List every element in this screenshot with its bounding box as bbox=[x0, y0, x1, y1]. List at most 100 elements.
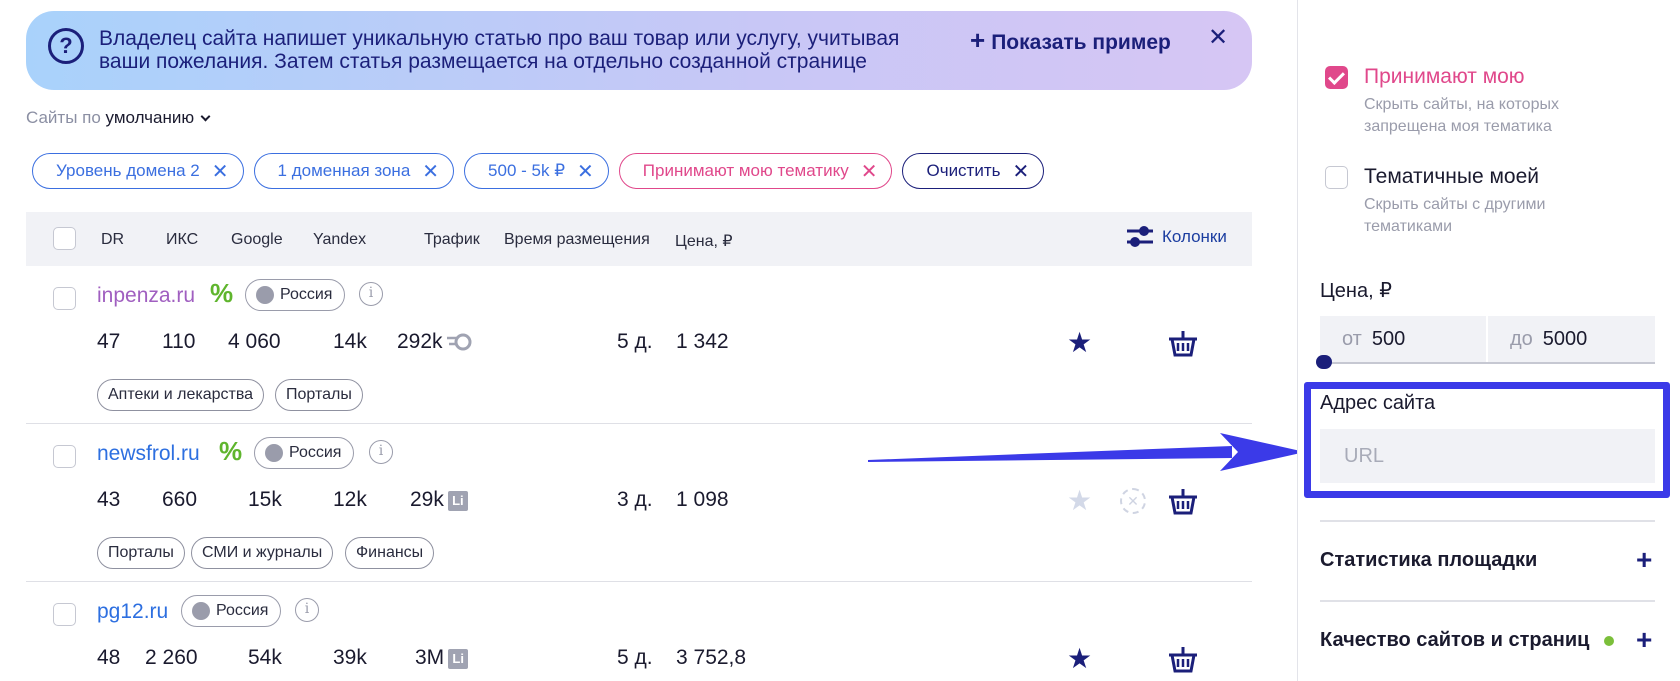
cell-iks: 660 bbox=[162, 488, 198, 511]
close-icon[interactable]: ✕ bbox=[1208, 25, 1228, 51]
price-label: Цена, ₽ bbox=[1320, 280, 1392, 302]
divider bbox=[1320, 520, 1655, 522]
cell-iks: 2 260 bbox=[145, 646, 198, 669]
cell-time: 5 д. bbox=[617, 646, 653, 669]
filters-sidebar: Принимают мою Скрыть сайты, на которых з… bbox=[1297, 0, 1680, 681]
header-price[interactable]: Цена, ₽ bbox=[675, 231, 733, 251]
status-dot bbox=[1604, 636, 1614, 646]
thematic-checkbox[interactable] bbox=[1325, 166, 1348, 189]
clear-filters-button[interactable]: Очистить ✕ bbox=[902, 153, 1045, 189]
price-slider-track[interactable] bbox=[1320, 362, 1655, 364]
cell-traffic: 3M Li bbox=[415, 646, 469, 670]
domain-link[interactable]: inpenza.ru bbox=[97, 284, 195, 308]
table-header: DR ИКС Google Yandex Трафик Время размещ… bbox=[26, 212, 1252, 266]
basket-icon[interactable] bbox=[1168, 645, 1198, 673]
basket-icon[interactable] bbox=[1168, 487, 1198, 515]
chevron-down-icon bbox=[200, 111, 211, 122]
domain-link[interactable]: newsfrol.ru bbox=[97, 442, 200, 466]
info-icon[interactable]: i bbox=[295, 598, 319, 622]
divider bbox=[1320, 600, 1655, 602]
country-badge: Россия bbox=[181, 595, 282, 627]
globe-icon bbox=[256, 286, 274, 304]
tag[interactable]: СМИ и журналы bbox=[191, 537, 334, 569]
tag[interactable]: Аптеки и лекарства bbox=[97, 379, 265, 411]
cell-time: 5 д. bbox=[617, 330, 653, 353]
table-row: inpenza.ru % Россия i 47 110 4 060 14k 2… bbox=[26, 266, 1252, 424]
row-checkbox[interactable] bbox=[53, 445, 76, 468]
tag[interactable]: Порталы bbox=[275, 379, 363, 411]
filter-chips: Уровень домена 2 ✕ 1 доменная зона ✕ 500 -… bbox=[32, 153, 1045, 189]
blacklist-icon[interactable]: ✕ bbox=[1120, 488, 1146, 514]
price-slider-handle[interactable] bbox=[1316, 355, 1332, 369]
header-time[interactable]: Время размещения bbox=[504, 231, 650, 249]
sliders-icon bbox=[1127, 226, 1153, 247]
star-icon[interactable]: ★ bbox=[1067, 645, 1092, 673]
close-icon[interactable]: ✕ bbox=[577, 159, 594, 184]
cell-dr: 47 bbox=[97, 330, 121, 353]
discount-icon: % bbox=[210, 278, 234, 308]
accept-theme-title[interactable]: Принимают мою bbox=[1364, 65, 1525, 89]
info-icon[interactable]: i bbox=[359, 282, 383, 306]
cell-yandex: 39k bbox=[333, 646, 367, 669]
star-icon[interactable]: ★ bbox=[1067, 487, 1092, 515]
cell-price: 1 098 bbox=[676, 488, 729, 511]
cell-traffic: 292k bbox=[397, 330, 473, 354]
close-icon[interactable]: ✕ bbox=[212, 159, 229, 184]
tag[interactable]: Порталы bbox=[97, 537, 185, 569]
cell-iks: 110 bbox=[162, 330, 196, 353]
liveinternet-icon: Li bbox=[448, 649, 469, 669]
chip-domain-zone[interactable]: 1 доменная зона ✕ bbox=[253, 153, 455, 189]
stats-section-title[interactable]: Статистика площадки bbox=[1320, 549, 1537, 572]
close-icon[interactable]: ✕ bbox=[1013, 159, 1030, 184]
header-iks[interactable]: ИКС bbox=[166, 231, 198, 249]
header-yandex[interactable]: Yandex bbox=[313, 231, 366, 249]
similarweb-icon bbox=[446, 333, 472, 351]
cell-google: 4 060 bbox=[228, 330, 281, 353]
row-checkbox[interactable] bbox=[53, 603, 76, 626]
header-traffic[interactable]: Трафик bbox=[424, 231, 480, 249]
plus-icon[interactable]: + bbox=[1636, 626, 1652, 654]
chip-domain-level[interactable]: Уровень домена 2 ✕ bbox=[32, 153, 244, 189]
chip-accept-theme[interactable]: Принимают мою тематику ✕ bbox=[618, 153, 893, 189]
close-icon[interactable]: ✕ bbox=[861, 159, 878, 184]
info-icon[interactable]: i bbox=[369, 440, 393, 464]
globe-icon bbox=[192, 602, 210, 620]
thematic-title[interactable]: Тематичные моей bbox=[1364, 165, 1539, 189]
basket-icon[interactable] bbox=[1168, 329, 1198, 357]
highlight-box bbox=[1304, 382, 1670, 498]
cell-price: 3 752,8 bbox=[676, 646, 747, 669]
row-checkbox[interactable] bbox=[53, 287, 76, 310]
header-google[interactable]: Google bbox=[231, 231, 283, 249]
columns-button[interactable]: Колонки bbox=[1126, 225, 1227, 249]
cell-traffic: 29k Li bbox=[410, 488, 468, 512]
header-dr[interactable]: DR bbox=[101, 231, 124, 249]
table-row: pg12.ru Россия i 48 2 260 54k 39k 3M Li 5… bbox=[26, 582, 1252, 681]
accept-theme-checkbox[interactable] bbox=[1325, 66, 1348, 89]
sort-dropdown[interactable]: Сайты по умолчанию bbox=[26, 108, 211, 128]
tag[interactable]: Финансы bbox=[345, 537, 435, 569]
select-all-checkbox[interactable] bbox=[53, 227, 76, 250]
cell-yandex: 12k bbox=[333, 488, 367, 511]
close-icon[interactable]: ✕ bbox=[422, 159, 439, 184]
plus-icon: + bbox=[970, 25, 986, 55]
cell-dr: 48 bbox=[97, 646, 121, 669]
quality-section-title[interactable]: Качество сайтов и страниц bbox=[1320, 629, 1589, 652]
banner-text: Владелец сайта напишет уникальную статью… bbox=[99, 27, 900, 73]
info-banner: ? Владелец сайта напишет уникальную стат… bbox=[26, 11, 1252, 90]
question-icon: ? bbox=[48, 28, 84, 64]
star-icon[interactable]: ★ bbox=[1067, 329, 1092, 357]
chip-price-range[interactable]: 500 - 5k ₽ ✕ bbox=[464, 153, 609, 189]
accept-theme-sub: Скрыть сайты, на которых запрещена моя т… bbox=[1364, 96, 1559, 135]
cell-google: 54k bbox=[248, 646, 282, 669]
domain-link[interactable]: pg12.ru bbox=[97, 600, 168, 624]
discount-icon: % bbox=[219, 436, 243, 466]
cell-price: 1 342 bbox=[676, 330, 729, 353]
price-to-input[interactable]: до 5000 bbox=[1488, 316, 1655, 362]
cell-dr: 43 bbox=[97, 488, 121, 511]
price-from-input[interactable]: от 500 bbox=[1320, 316, 1486, 362]
thematic-sub: Скрыть сайты с другими тематиками bbox=[1364, 196, 1546, 235]
plus-icon[interactable]: + bbox=[1636, 546, 1652, 574]
show-example-button[interactable]: + Показать пример bbox=[970, 27, 1171, 56]
country-badge: Россия bbox=[245, 279, 346, 311]
cell-time: 3 д. bbox=[617, 488, 653, 511]
